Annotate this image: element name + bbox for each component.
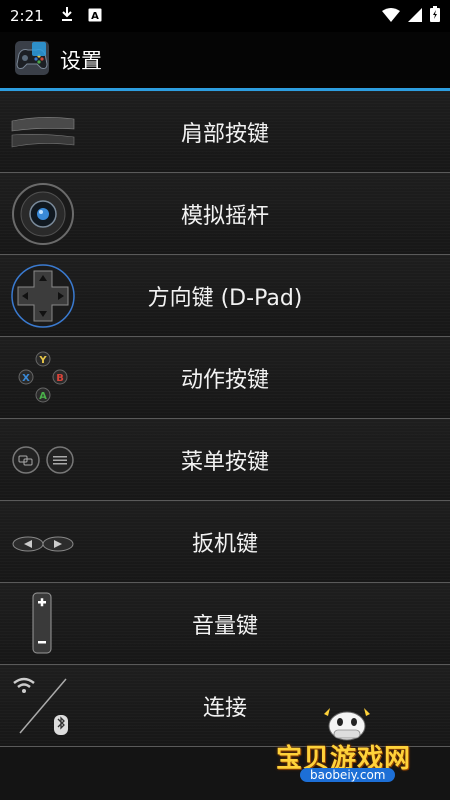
list-item-shoulder-buttons[interactable]: 肩部按键: [0, 91, 450, 173]
status-time: 2:21: [10, 7, 44, 25]
list-item-analog-stick[interactable]: 模拟摇杆: [0, 173, 450, 255]
action-buttons-icon: Y X B A: [10, 345, 76, 411]
watermark-logo: 宝贝游戏网 baobeiy.com: [272, 700, 422, 788]
wifi-icon: [382, 7, 400, 26]
status-bar: 2:21 A: [0, 0, 450, 32]
dpad-icon: [10, 263, 76, 329]
page-title: 设置: [60, 49, 102, 73]
volume-key-icon: [10, 591, 76, 657]
watermark-url: baobeiy.com: [300, 768, 396, 782]
list-item-trigger[interactable]: 扳机键: [0, 501, 450, 583]
list-item-menu-buttons[interactable]: 菜单按键: [0, 419, 450, 501]
app-bar: 设置: [0, 32, 450, 88]
connection-icon: [10, 673, 76, 739]
svg-text:Y: Y: [38, 355, 47, 366]
keyboard-a-icon: A: [88, 7, 102, 26]
signal-icon: [408, 7, 422, 26]
svg-text:A: A: [91, 11, 99, 22]
battery-icon: [430, 6, 440, 26]
list-item-action-buttons[interactable]: Y X B A 动作按键: [0, 337, 450, 419]
svg-text:A: A: [39, 391, 47, 402]
menu-buttons-icon: [10, 427, 76, 493]
shoulder-buttons-icon: [10, 99, 76, 165]
analog-stick-icon: [10, 181, 76, 247]
svg-text:B: B: [56, 373, 64, 384]
download-icon: [60, 6, 74, 26]
list-item-dpad[interactable]: 方向键 (D-Pad): [0, 255, 450, 337]
trigger-icon: [10, 509, 76, 575]
settings-list: 肩部按键 模拟摇杆 方向键 (D-Pad) Y X B A 动作按键 菜单按键 …: [0, 91, 450, 747]
svg-text:X: X: [22, 373, 30, 384]
gamepad-app-icon[interactable]: [14, 40, 50, 80]
list-item-volume-keys[interactable]: 音量键: [0, 583, 450, 665]
